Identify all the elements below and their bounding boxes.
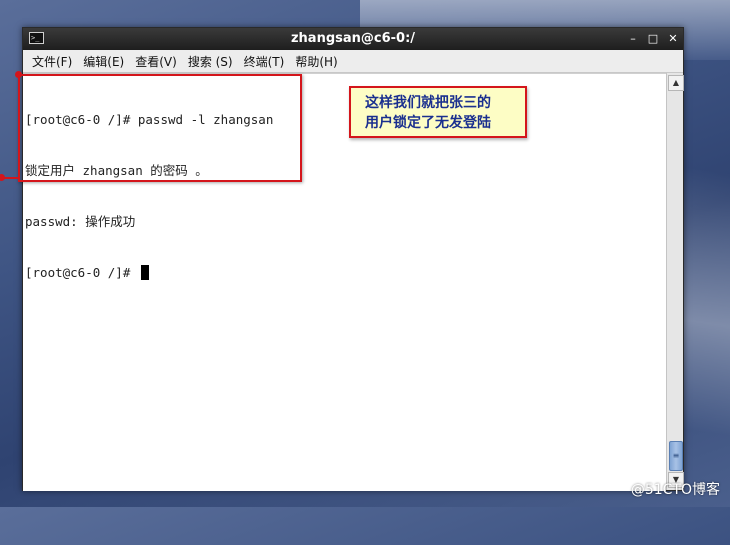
menu-search[interactable]: 搜索 (S) — [183, 53, 238, 70]
annotation-dot — [0, 174, 5, 181]
callout-line: 用户锁定了无发登陆 — [365, 115, 491, 131]
menu-view[interactable]: 查看(V) — [130, 53, 182, 70]
prompt-text: [root@c6-0 /]# — [25, 265, 138, 280]
menu-bar: 文件(F) 编辑(E) 查看(V) 搜索 (S) 终端(T) 帮助(H) — [23, 50, 683, 73]
title-bar[interactable]: >_ zhangsan@c6-0:/ – □ ✕ — [23, 28, 683, 50]
maximize-icon[interactable]: □ — [647, 30, 659, 48]
minimize-icon[interactable]: – — [627, 30, 639, 48]
scroll-thumb[interactable]: ≡ — [669, 441, 683, 471]
scroll-up-arrow-icon[interactable]: ▲ — [668, 75, 684, 91]
menu-edit[interactable]: 编辑(E) — [78, 53, 129, 70]
menu-file[interactable]: 文件(F) — [27, 53, 77, 70]
menu-help[interactable]: 帮助(H) — [290, 53, 342, 70]
callout-line: 这样我们就把张三的 — [365, 95, 491, 111]
annotation-callout: 这样我们就把张三的 用户锁定了无发登陆 — [349, 86, 527, 138]
watermark: @51CTO博客 — [630, 482, 720, 498]
annotation-dot — [15, 71, 22, 78]
text-cursor — [140, 265, 149, 280]
highlight-box — [18, 74, 302, 182]
close-icon[interactable]: ✕ — [667, 30, 679, 48]
prompt-line: [root@c6-0 /]# — [25, 264, 273, 281]
window-title: zhangsan@c6-0:/ — [290, 31, 416, 46]
vertical-scrollbar[interactable]: ▲ ≡ ▼ — [666, 73, 684, 490]
window-controls: – □ ✕ — [627, 30, 679, 48]
terminal-line: passwd: 操作成功 — [25, 214, 136, 229]
menu-terminal[interactable]: 终端(T) — [239, 53, 290, 70]
